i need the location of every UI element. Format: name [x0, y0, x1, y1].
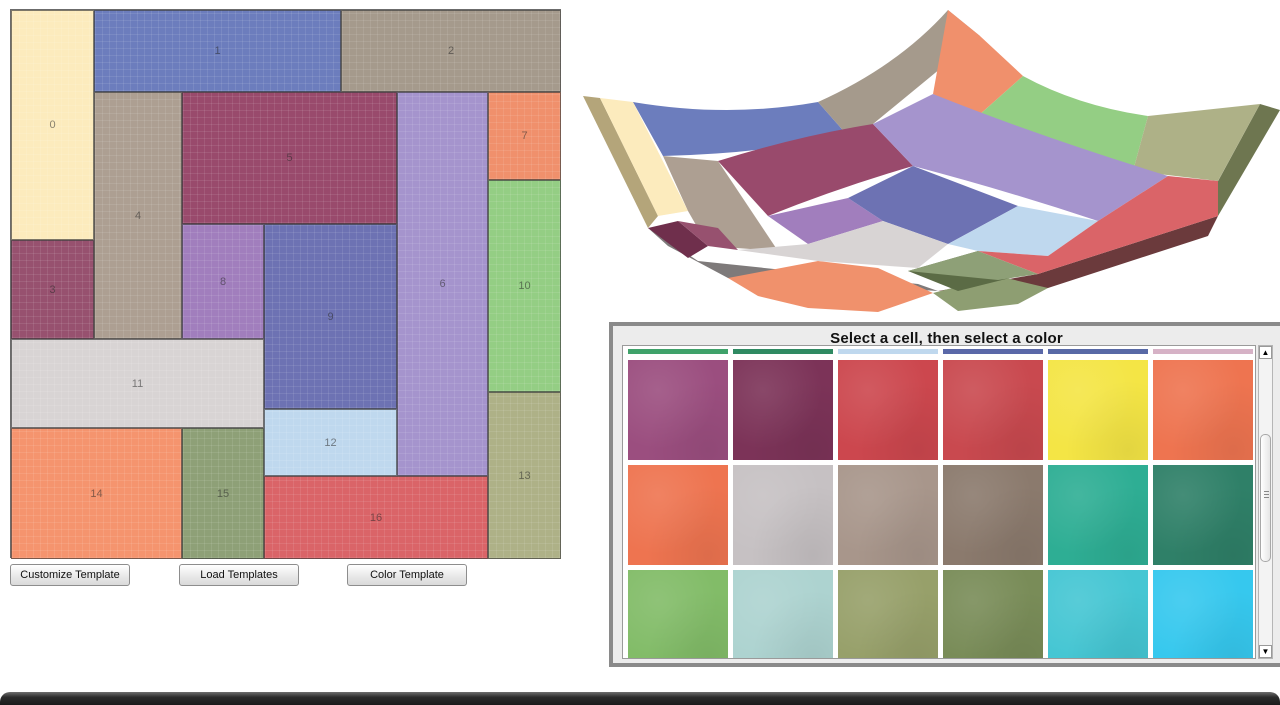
template-cell-label: 6: [439, 278, 446, 290]
swatch-row-edge: [1153, 349, 1253, 354]
template-cell-4[interactable]: 4: [94, 92, 182, 339]
color-swatch[interactable]: [628, 570, 728, 658]
scroll-up-button[interactable]: ▲: [1259, 346, 1272, 359]
template-cell-label: 0: [49, 119, 56, 131]
template-cell-label: 3: [49, 283, 56, 296]
template-cell-label: 14: [90, 487, 103, 500]
template-cell-7[interactable]: 7: [488, 92, 561, 180]
template-cell-2[interactable]: 2: [341, 10, 561, 92]
swatch-row-edge: [1048, 349, 1148, 354]
color-swatch[interactable]: [943, 570, 1043, 658]
window-bottom-edge: [0, 692, 1280, 705]
color-swatch[interactable]: [1048, 465, 1148, 565]
template-cell-16[interactable]: 16: [264, 476, 488, 559]
template-cell-14[interactable]: 14: [11, 428, 182, 559]
template-cell-0[interactable]: 0: [11, 10, 94, 240]
template-cell-label: 5: [286, 152, 293, 164]
template-cell-1[interactable]: 1: [94, 10, 341, 92]
swatch-row-edge: [943, 349, 1043, 354]
customize-template-button[interactable]: Customize Template: [10, 564, 130, 586]
template-cell-8[interactable]: 8: [182, 224, 264, 339]
template-cell-6[interactable]: 6: [397, 92, 488, 476]
swatch-row-edge: [838, 349, 938, 354]
template-cell-label: 8: [219, 275, 227, 288]
color-swatch[interactable]: [733, 360, 833, 460]
template-cell-13[interactable]: 13: [488, 392, 561, 559]
color-palette-panel: Select a cell, then select a color ▲ ▼: [609, 322, 1280, 667]
template-cell-label: 2: [447, 45, 455, 57]
swatch-row-edge: [733, 349, 833, 354]
template-cell-label: 9: [327, 310, 334, 323]
color-swatch[interactable]: [733, 570, 833, 658]
color-swatch[interactable]: [1048, 360, 1148, 460]
template-cell-9[interactable]: 9: [264, 224, 397, 409]
color-swatch[interactable]: [838, 465, 938, 565]
template-cell-10[interactable]: 10: [488, 180, 561, 392]
3d-bowl-preview: [583, 10, 1280, 312]
color-swatch[interactable]: [628, 360, 728, 460]
color-swatch[interactable]: [838, 360, 938, 460]
template-cell-label: 11: [131, 377, 144, 390]
color-swatch[interactable]: [943, 360, 1043, 460]
template-cell-label: 4: [134, 209, 142, 222]
template-cell-label: 1: [214, 45, 221, 57]
template-cell-15[interactable]: 15: [182, 428, 264, 559]
color-swatch[interactable]: [1048, 570, 1148, 658]
template-cell-label: 13: [518, 469, 531, 482]
color-swatch[interactable]: [838, 570, 938, 658]
scroll-thumb[interactable]: [1260, 434, 1271, 562]
template-cell-label: 16: [369, 511, 383, 524]
load-templates-button[interactable]: Load Templates: [179, 564, 299, 586]
swatch-scroll-area[interactable]: [622, 345, 1256, 659]
template-cell-label: 12: [324, 436, 337, 449]
palette-scrollbar[interactable]: ▲ ▼: [1258, 345, 1273, 659]
template-cell-5[interactable]: 5: [182, 92, 397, 224]
color-swatch[interactable]: [1153, 360, 1253, 460]
template-cell-label: 10: [518, 280, 531, 292]
template-cell-11[interactable]: 11: [11, 339, 264, 428]
color-swatch[interactable]: [628, 465, 728, 565]
scroll-down-button[interactable]: ▼: [1259, 645, 1272, 658]
swatch-row-edge: [628, 349, 728, 354]
template-cell-12[interactable]: 12: [264, 409, 397, 476]
template-cell-3[interactable]: 3: [11, 240, 94, 339]
color-swatch[interactable]: [733, 465, 833, 565]
color-swatch[interactable]: [943, 465, 1043, 565]
template-cell-label: 7: [521, 130, 528, 142]
color-template-button[interactable]: Color Template: [347, 564, 467, 586]
color-swatch[interactable]: [1153, 570, 1253, 658]
color-swatch[interactable]: [1153, 465, 1253, 565]
template-cell-label: 15: [216, 487, 230, 500]
color-template-grid: 0 1 2 3 4 5 6 7 8 9 10 11 12 13 14 15 16: [10, 9, 561, 559]
